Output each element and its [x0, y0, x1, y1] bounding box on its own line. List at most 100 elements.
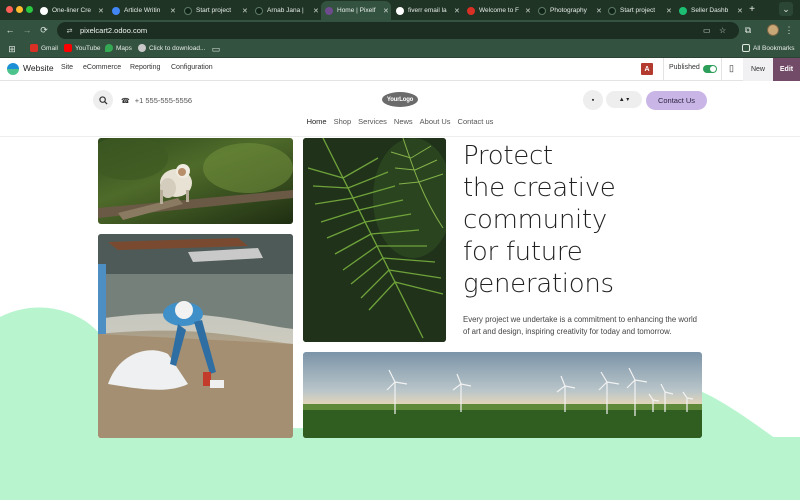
extensions-icon[interactable]: ⧉ [741, 23, 755, 37]
tab-close-icon[interactable]: ✕ [98, 7, 104, 15]
all-bookmarks[interactable]: All Bookmarks [742, 44, 795, 52]
browser-tab[interactable]: Photography ✕ [534, 1, 604, 20]
bookmark-maps[interactable]: Maps [105, 44, 132, 52]
tab-title: Home | Pixelf [337, 7, 376, 14]
odoo-website-bar: Website Site eCommerce Reporting Configu… [0, 58, 800, 81]
published-toggle[interactable] [703, 65, 717, 73]
minimize-window-button[interactable] [16, 6, 23, 13]
tab-favicon-icon [325, 6, 333, 15]
menu-ecommerce[interactable]: eCommerce [83, 64, 121, 71]
browser-tab[interactable]: Start project ✕ [180, 1, 250, 20]
tab-close-icon[interactable]: ✕ [242, 7, 248, 15]
tab-favicon-icon [184, 6, 192, 15]
headline-line: community [463, 205, 607, 235]
tab-close-icon[interactable]: ✕ [666, 7, 672, 15]
bookmark-label: Maps [116, 44, 132, 52]
profile-avatar[interactable] [767, 24, 779, 36]
browser-tab[interactable]: Article Writin ✕ [108, 1, 178, 20]
wind-turbines-photo [303, 352, 702, 438]
tab-favicon-icon [112, 6, 120, 15]
pine-branch-photo [303, 138, 446, 342]
monkey-illustration [98, 138, 293, 220]
nav-news[interactable]: News [394, 117, 413, 126]
apps-icon[interactable]: ⊞ [5, 42, 19, 56]
menu-reporting[interactable]: Reporting [130, 64, 160, 71]
youtube-icon [64, 44, 72, 52]
bookmark-gmail[interactable]: Gmail [30, 44, 58, 52]
new-button[interactable]: New [743, 58, 773, 81]
site-info-icon[interactable]: ⇄ [65, 26, 74, 35]
url-text[interactable]: pixelcart2.odoo.com [80, 26, 147, 35]
nav-shop[interactable]: Shop [334, 117, 352, 126]
browser-tab[interactable]: fiverr email la ✕ [392, 1, 462, 20]
nav-about-us[interactable]: About Us [420, 117, 451, 126]
site-logo[interactable]: YourLogo [382, 92, 418, 107]
cart-icon[interactable]: ▪ [583, 90, 603, 110]
tab-close-icon[interactable]: ✕ [383, 7, 389, 15]
phone-number: +1 555-555-5556 [134, 96, 193, 105]
folder-icon [742, 44, 750, 52]
divider [721, 58, 722, 81]
odoo-app-icon[interactable] [7, 63, 19, 75]
browser-tab[interactable]: Arnab Jana | ✕ [251, 1, 321, 20]
user-menu-icon[interactable]: ▲ ▾ [606, 91, 642, 108]
browser-menu-icon[interactable]: ⋮ [782, 23, 796, 37]
maximize-window-button[interactable] [26, 6, 33, 13]
cast-icon[interactable]: ▭ [703, 26, 711, 35]
tab-favicon-icon [255, 6, 263, 15]
tab-favicon-icon [679, 6, 687, 15]
close-window-button[interactable] [6, 6, 13, 13]
pine-illustration [303, 138, 446, 342]
user-avatar-badge[interactable]: A [641, 63, 653, 75]
tab-search-icon[interactable]: ⌄ [779, 2, 793, 16]
headline-line: for future [463, 237, 583, 267]
browser-tab[interactable]: One-liner Cre ✕ [36, 1, 106, 20]
headline-line: generations [463, 269, 614, 299]
bookmark-youtube[interactable]: YouTube [64, 44, 101, 52]
menu-site[interactable]: Site [61, 64, 73, 71]
back-icon[interactable]: ← [3, 23, 17, 37]
tab-title: Photography [550, 7, 587, 14]
bookmark-star-icon[interactable]: ☆ [719, 26, 726, 35]
published-label: Published [669, 64, 700, 71]
nav-services[interactable]: Services [358, 117, 387, 126]
gmail-icon [30, 44, 38, 52]
turbines-illustration [303, 367, 702, 438]
browser-tab[interactable]: Start project ✕ [604, 1, 674, 20]
tab-close-icon[interactable]: ✕ [170, 7, 176, 15]
browser-toolbar: ← → ⟳ ⇄ pixelcart2.odoo.com ▭ ☆ ⧉ ⋮ [0, 20, 800, 41]
all-bookmarks-label: All Bookmarks [753, 44, 795, 52]
hero-headline: Protect the creative community for futur… [463, 140, 616, 300]
tab-favicon-icon [467, 6, 475, 15]
bookmark-folder-icon[interactable]: ▭ [209, 42, 223, 56]
forward-icon[interactable]: → [20, 23, 34, 37]
mobile-preview-icon[interactable]: ▯ [729, 63, 734, 74]
reload-icon[interactable]: ⟳ [37, 23, 51, 37]
tab-close-icon[interactable]: ✕ [737, 7, 743, 15]
phone-link[interactable]: ☎ +1 555-555-5556 [121, 96, 192, 105]
nav-home[interactable]: Home [307, 117, 327, 126]
contact-us-button[interactable]: Contact Us [646, 91, 707, 110]
browser-tab-active[interactable]: Home | Pixelf ✕ [321, 1, 391, 20]
tab-title: Welcome to F [479, 7, 519, 14]
address-bar[interactable]: ⇄ pixelcart2.odoo.com ▭ ☆ [57, 22, 739, 39]
nav-contact-us[interactable]: Contact us [458, 117, 494, 126]
magnifier-glyph [98, 95, 108, 105]
bookmarks-bar: ⊞ Gmail YouTube Maps Click to download..… [0, 41, 800, 58]
tab-close-icon[interactable]: ✕ [596, 7, 602, 15]
browser-tab[interactable]: Seller Dashb ✕ [675, 1, 745, 20]
hero-section: Protect the creative community for futur… [0, 137, 800, 500]
edit-button[interactable]: Edit [773, 58, 800, 81]
menu-configuration[interactable]: Configuration [171, 64, 213, 71]
new-tab-icon[interactable]: + [745, 2, 759, 16]
bookmark-download[interactable]: Click to download... [138, 44, 205, 52]
odoo-brand[interactable]: Website [23, 63, 54, 73]
bookmark-label: Gmail [41, 44, 58, 52]
headline-line: the creative [463, 173, 616, 203]
browser-tab[interactable]: Welcome to F ✕ [463, 1, 533, 20]
tab-close-icon[interactable]: ✕ [525, 7, 531, 15]
search-icon[interactable] [93, 90, 113, 110]
tab-title: One-liner Cre [52, 7, 92, 14]
tab-close-icon[interactable]: ✕ [313, 7, 319, 15]
tab-close-icon[interactable]: ✕ [454, 7, 460, 15]
